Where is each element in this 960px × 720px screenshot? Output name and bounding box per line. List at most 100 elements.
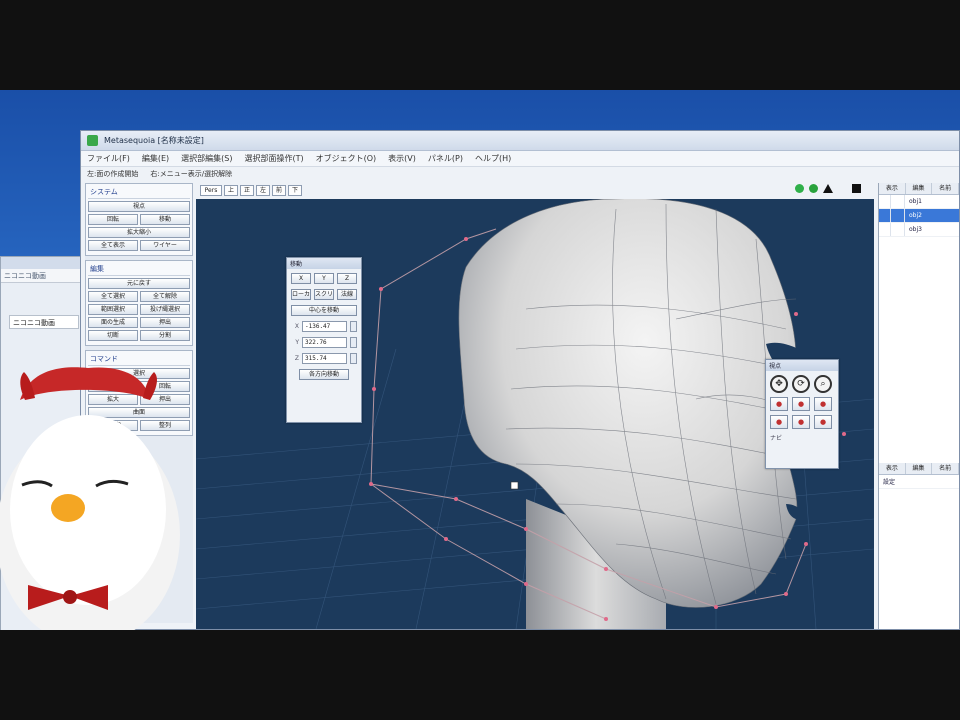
z-label: Z bbox=[294, 355, 299, 362]
material-panel-header: 表示 編集 名前 bbox=[879, 463, 960, 475]
menu-selection-edit[interactable]: 選択部編集(S) bbox=[181, 153, 232, 164]
x-coordinate-field[interactable]: -136.47 bbox=[302, 321, 347, 332]
zoom-button[interactable]: 拡大縮小 bbox=[88, 227, 190, 238]
tab-back[interactable]: 前 bbox=[272, 184, 286, 196]
menu-help[interactable]: ヘルプ(H) bbox=[475, 153, 511, 164]
z-spinner[interactable] bbox=[350, 353, 357, 364]
edit-group-header: 編集 bbox=[88, 263, 190, 276]
viewport-indicators bbox=[795, 184, 861, 193]
y-spinner[interactable] bbox=[350, 337, 357, 348]
wireframe-button[interactable]: ワイヤー bbox=[140, 240, 190, 251]
col-edit: 編集 bbox=[906, 183, 933, 194]
move-panel-title: 移動 bbox=[287, 258, 361, 269]
mascot-character bbox=[0, 360, 190, 645]
black-square-icon[interactable] bbox=[852, 184, 861, 193]
axis-z-button[interactable]: Z bbox=[337, 273, 357, 284]
object-visible-toggle[interactable] bbox=[879, 209, 891, 222]
move-view-button[interactable]: 移動 bbox=[140, 214, 190, 225]
material-row[interactable]: 設定 bbox=[879, 475, 959, 489]
object-row-selected[interactable]: obj2 bbox=[879, 209, 959, 223]
system-group-header: システム bbox=[88, 186, 190, 199]
undo-button[interactable]: 元に戻す bbox=[88, 278, 190, 289]
object-panel: 表示 編集 名前 obj1 obj2 obj3 表示 編集 名前 設定 bbox=[878, 183, 960, 629]
local-button[interactable]: ローカル bbox=[291, 289, 311, 300]
x-label: X bbox=[294, 323, 299, 330]
axis-x-button[interactable]: X bbox=[291, 273, 311, 284]
object-lock-toggle[interactable] bbox=[891, 195, 905, 208]
mat-col-edit: 編集 bbox=[906, 463, 933, 474]
x-spinner[interactable] bbox=[350, 321, 357, 332]
divide-button[interactable]: 分割 bbox=[140, 330, 190, 341]
object-visible-toggle[interactable] bbox=[879, 223, 891, 236]
menu-file[interactable]: ファイル(F) bbox=[87, 153, 130, 164]
head-mesh bbox=[458, 199, 798, 608]
deselect-all-button[interactable]: 全て解除 bbox=[140, 291, 190, 302]
letterbox-top bbox=[0, 0, 960, 90]
object-row[interactable]: obj1 bbox=[879, 195, 959, 209]
metasequoia-window: Metasequoia [名称未設定] ファイル(F) 編集(E) 選択部編集(… bbox=[80, 130, 960, 630]
window-title: Metasequoia [名称未設定] bbox=[104, 136, 204, 145]
y-coordinate-field[interactable]: 322.76 bbox=[302, 337, 347, 348]
rotate-view-button[interactable]: 回転 bbox=[88, 214, 138, 225]
zoom-view-icon[interactable]: ⌕ bbox=[814, 375, 832, 393]
browser-address-bar[interactable]: ニコニコ動画 bbox=[1, 269, 81, 283]
green-dot-icon[interactable] bbox=[795, 184, 804, 193]
object-lock-toggle[interactable] bbox=[891, 223, 905, 236]
nav-cell-3[interactable]: ● bbox=[814, 397, 832, 411]
menu-edit[interactable]: 編集(E) bbox=[142, 153, 169, 164]
cut-button[interactable]: 切断 bbox=[88, 330, 138, 341]
view-nav-footer: ナビ bbox=[770, 435, 783, 442]
titlebar: Metasequoia [名称未設定] bbox=[81, 131, 959, 151]
menu-panel[interactable]: パネル(P) bbox=[428, 153, 463, 164]
tab-perspective[interactable]: Pers bbox=[200, 184, 222, 196]
normal-button[interactable]: 法線 bbox=[337, 289, 357, 300]
col-name: 名前 bbox=[932, 183, 960, 194]
move-panel: 移動 X Y Z ローカル スクリーン 法線 中心を移動 X -136.47 Y… bbox=[286, 257, 362, 423]
nav-cell-6[interactable]: ● bbox=[814, 415, 832, 429]
material-panel: 表示 編集 名前 設定 bbox=[879, 463, 960, 489]
nav-cell-5[interactable]: ● bbox=[792, 415, 810, 429]
nav-cell-2[interactable]: ● bbox=[792, 397, 810, 411]
z-coordinate-field[interactable]: 315.74 bbox=[302, 353, 347, 364]
show-all-button[interactable]: 全て表示 bbox=[88, 240, 138, 251]
view-nav-title: 視点 bbox=[766, 360, 838, 371]
object-name: obj3 bbox=[909, 226, 922, 233]
browser-tab[interactable]: ニコニコ動画 bbox=[9, 315, 79, 329]
mat-col-visible: 表示 bbox=[879, 463, 906, 474]
tab-left[interactable]: 左 bbox=[256, 184, 270, 196]
green-dot-2-icon[interactable] bbox=[809, 184, 818, 193]
move-center-button[interactable]: 中心を移動 bbox=[291, 305, 357, 316]
menubar: ファイル(F) 編集(E) 選択部編集(S) 選択部面操作(T) オブジェクト(… bbox=[81, 151, 959, 167]
object-name: obj1 bbox=[909, 198, 922, 205]
view-button[interactable]: 視点 bbox=[88, 201, 190, 212]
object-visible-toggle[interactable] bbox=[879, 195, 891, 208]
letterbox-bottom bbox=[0, 630, 960, 720]
up-arrow-icon[interactable] bbox=[823, 184, 833, 193]
screen-button[interactable]: スクリーン bbox=[314, 289, 334, 300]
status-hint-bar: 左:面の作成開始 右:メニュー表示/選択解除 bbox=[81, 167, 959, 181]
mat-col-name: 名前 bbox=[932, 463, 960, 474]
selected-vertex-handle[interactable] bbox=[510, 481, 519, 490]
tab-top[interactable]: 上 bbox=[224, 184, 238, 196]
rotate-view-icon[interactable]: ⟳ bbox=[792, 375, 810, 393]
apply-move-button[interactable]: 各方向移動 bbox=[299, 369, 349, 380]
axis-y-button[interactable]: Y bbox=[314, 273, 334, 284]
menu-selection-face[interactable]: 選択部面操作(T) bbox=[244, 153, 303, 164]
object-row[interactable]: obj3 bbox=[879, 223, 959, 237]
y-label: Y bbox=[295, 339, 299, 346]
nav-cell-1[interactable]: ● bbox=[770, 397, 788, 411]
object-lock-toggle[interactable] bbox=[891, 209, 905, 222]
select-all-button[interactable]: 全て選択 bbox=[88, 291, 138, 302]
move-view-icon[interactable]: ✥ bbox=[770, 375, 788, 393]
object-panel-header: 表示 編集 名前 bbox=[879, 183, 960, 195]
extrude-button[interactable]: 押出 bbox=[140, 317, 190, 328]
nav-cell-4[interactable]: ● bbox=[770, 415, 788, 429]
menu-object[interactable]: オブジェクト(O) bbox=[316, 153, 377, 164]
menu-view[interactable]: 表示(V) bbox=[388, 153, 416, 164]
tab-bottom[interactable]: 下 bbox=[288, 184, 302, 196]
lasso-select-button[interactable]: 投げ縄選択 bbox=[140, 304, 190, 315]
create-face-button[interactable]: 面の生成 bbox=[88, 317, 138, 328]
tab-front[interactable]: 正 bbox=[240, 184, 254, 196]
range-select-button[interactable]: 範囲選択 bbox=[88, 304, 138, 315]
edit-group: 編集 元に戻す 全て選択 全て解除 範囲選択 投げ縄選択 面の生成 押出 切断 … bbox=[85, 260, 193, 346]
